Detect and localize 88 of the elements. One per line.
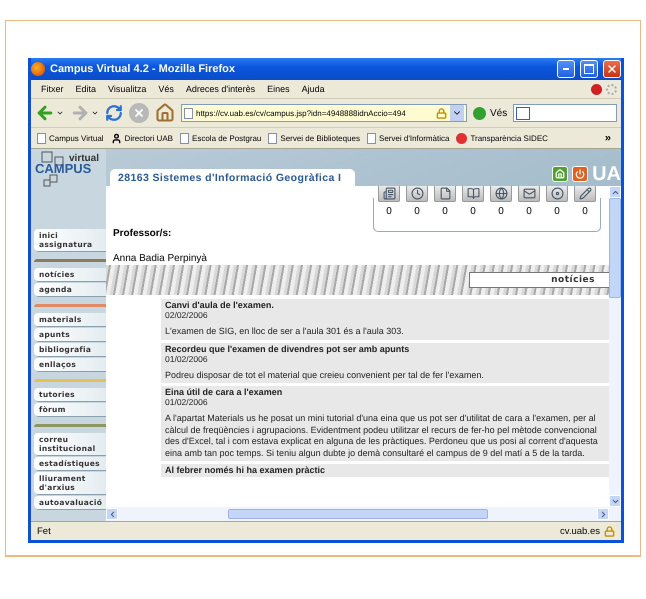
bookmark-link[interactable]: Directori UAB [110, 132, 173, 144]
bookmark-link[interactable]: Servei d'Informàtica [366, 132, 450, 144]
menu-item[interactable]: Visualitza [102, 84, 152, 94]
page-icon [268, 132, 278, 144]
count-label: 0 [582, 206, 588, 217]
news-date: 01/02/2006 [165, 397, 209, 407]
minimize-button[interactable] [557, 60, 575, 78]
lock-icon [604, 526, 615, 536]
pencil-icon [578, 186, 592, 200]
more-bookmarks-button[interactable]: » [600, 132, 615, 144]
envelope-icon [522, 186, 536, 200]
dots-icon [456, 132, 468, 144]
news-title: Recordeu que l'examen de divendres pot ser amb apunts [165, 344, 410, 354]
news-date: 01/02/2006 [165, 354, 209, 364]
globe-icon [494, 186, 508, 200]
bookmark-link[interactable]: Escola de Postgrau [180, 132, 262, 144]
count-label: 0 [554, 206, 560, 217]
professor-name: Anna Badia Perpinyà [113, 253, 207, 264]
home-button[interactable] [155, 103, 175, 123]
menu-item[interactable]: Edita [70, 84, 102, 94]
close-icon [606, 63, 618, 75]
newspaper-icon [382, 186, 396, 200]
menu-item[interactable]: Eines [261, 84, 296, 94]
document-icon [438, 186, 452, 200]
clock-tile-button[interactable] [406, 186, 428, 202]
news-body: L'examen de SIG, en lloc de ser a l'aula 301 és a l'aula 303. [165, 326, 405, 338]
book-icon [466, 186, 480, 200]
url-dropdown-button[interactable] [450, 105, 464, 121]
count-label: 0 [470, 206, 476, 217]
logo-text: virtual [69, 153, 100, 164]
brand-logo-text: UA [592, 164, 621, 184]
professors-label: Professor/s: [113, 228, 172, 239]
maximize-button[interactable] [580, 60, 598, 78]
caret-icon[interactable] [91, 109, 99, 117]
news-body: Podreu disposar de tot el material que creieu convenient per tal de fer l'examen. [165, 370, 485, 381]
count-label: 0 [442, 206, 448, 217]
person-icon [110, 132, 122, 144]
news-date: 02/02/2006 [165, 310, 209, 320]
go-icon [473, 106, 486, 120]
bookmark-link[interactable]: Transparència SIDEC [456, 132, 548, 144]
url-field[interactable]: https://cv.uab.es/cv/campus.jsp?idn=4948888idnAccio=494 [181, 104, 467, 122]
newspaper-tile-button[interactable] [378, 186, 400, 202]
disc-icon [550, 186, 564, 200]
news-title: Eina útil de cara a l'examen [165, 387, 284, 397]
news-title: Al febrer només hi ha examen pràctic [165, 465, 326, 475]
window-title: Campus Virtual 4.2 - Mozilla Firefox [50, 63, 236, 75]
globe-tile-button[interactable] [490, 186, 512, 202]
menu-item[interactable]: Adreces d'interès [180, 84, 262, 94]
bookmark-link[interactable]: Servei de Biblioteques [268, 132, 360, 144]
bookmark-link[interactable]: Campus Virtual [37, 132, 104, 144]
section-title: notícies [469, 272, 609, 288]
book-tile-button[interactable] [462, 186, 484, 202]
document-tile-button[interactable] [434, 186, 456, 202]
status-text: Fet [37, 526, 51, 536]
caret-icon[interactable] [56, 109, 64, 117]
count-label: 0 [526, 206, 532, 217]
close-button[interactable] [603, 60, 621, 78]
pencil-tile-button[interactable] [574, 186, 596, 202]
menu-item[interactable]: Vés [152, 84, 180, 94]
lock-icon [436, 108, 447, 118]
alert-icon [591, 84, 602, 94]
disc-tile-button[interactable] [546, 186, 568, 202]
news-title: Canvi d'aula de l'examen. [165, 300, 275, 310]
count-label: 0 [498, 206, 504, 217]
course-tab[interactable]: 28163 Sistemes d'Informació Geogràfica I [110, 169, 356, 186]
firefox-icon [31, 62, 45, 76]
count-label: 0 [414, 206, 420, 217]
search-field[interactable] [513, 104, 617, 122]
horizontal-scrollbar[interactable] [106, 507, 621, 521]
page-icon [37, 132, 46, 144]
stop-icon [133, 107, 145, 119]
news-body: A l'apartat Materials us he posat un mini tutorial d'una eina que us pot ser d'utilitat de cara a l'examen, per al càlcul de freqüències i agrupacions. Evidentment podeu utilitzar el recurs de fer-ho pel mètode convencional des d'Excel, tal i com estava explicat en alguna de les pràctiques. Perdoneu que us posi al corrent d'aquesta eina amb tan poc temps. Si teniu algun dubte jo demà consultaré el campus de 9 del matí a 5 de la tarda. [165, 413, 599, 459]
throbber-icon [606, 84, 617, 94]
home-icon [555, 169, 566, 179]
envelope-tile-button[interactable] [518, 186, 540, 202]
power-button[interactable] [572, 166, 588, 182]
reload-button[interactable] [105, 104, 123, 122]
status-host: cv.uab.es [560, 526, 600, 536]
logo-text: CAMPUS [35, 161, 92, 176]
power-icon [575, 169, 586, 179]
menu-item[interactable]: Fitxer [35, 84, 70, 94]
go-button[interactable]: Vés [473, 106, 508, 120]
vertical-scrollbar[interactable] [609, 186, 621, 507]
page-icon [180, 132, 189, 144]
clock-icon [410, 186, 424, 200]
menu-item[interactable]: Ajuda [296, 84, 331, 94]
count-label: 0 [386, 206, 392, 217]
page-icon [366, 132, 376, 144]
